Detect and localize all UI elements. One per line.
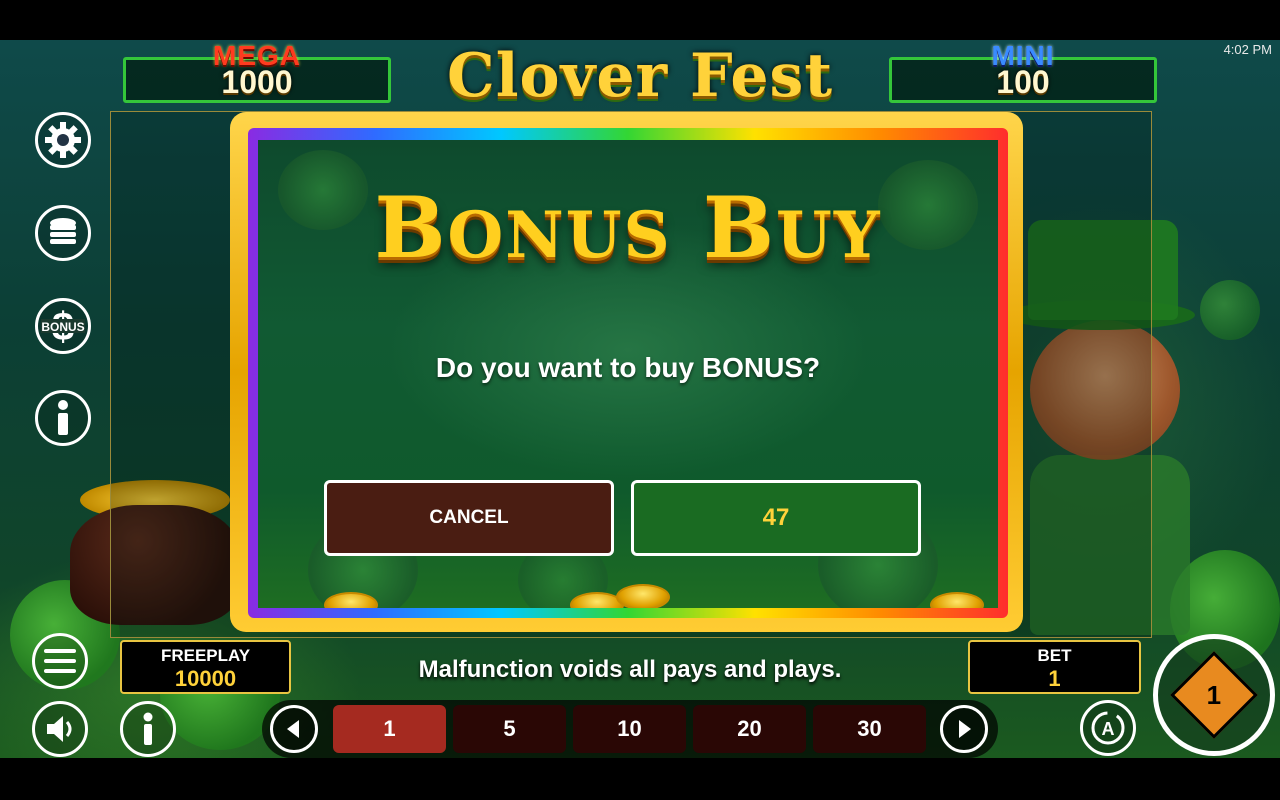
jackpot-mini: MINI 100 — [889, 42, 1157, 103]
bonus-buy-button[interactable]: $ BONUS — [35, 298, 91, 354]
spin-button[interactable]: 1 — [1153, 634, 1275, 756]
coin-stack-icon — [50, 218, 76, 244]
settings-button[interactable] — [35, 112, 91, 168]
bet-previous-button[interactable] — [270, 705, 318, 753]
spin-badge: 1 — [1206, 679, 1222, 710]
gear-icon — [45, 122, 81, 158]
freeplay-value: 10000 — [174, 666, 237, 691]
jackpot-mega: MEGA 1000 — [123, 42, 391, 103]
game-logo: Clover Fest — [446, 41, 834, 111]
bet-option-20[interactable]: 20 — [693, 705, 806, 753]
bet-option-1[interactable]: 1 — [333, 705, 446, 753]
bet-next-button[interactable] — [940, 705, 988, 753]
sound-button[interactable] — [32, 701, 88, 757]
speaker-icon — [47, 716, 72, 742]
hamburger-menu-icon — [44, 649, 76, 673]
top-black-bar — [0, 0, 1280, 40]
dollar-bonus-icon: $ BONUS — [41, 305, 85, 349]
triangle-left-icon — [287, 720, 299, 738]
jackpot-mini-value: 100 — [996, 64, 1050, 100]
bet-option-5[interactable]: 5 — [453, 705, 566, 753]
paytable-info-button[interactable] — [120, 701, 176, 757]
cancel-button[interactable]: CANCEL — [324, 480, 614, 556]
bottom-black-bar — [0, 758, 1280, 800]
info-icon — [58, 400, 68, 435]
spin-cube-icon: 1 — [1170, 651, 1258, 739]
malfunction-disclaimer: Malfunction voids all pays and plays. — [418, 656, 842, 683]
bet-box: BET 1 — [968, 640, 1141, 694]
title-letter-b2: B — [703, 178, 777, 277]
freeplay-label: FREEPLAY — [160, 646, 251, 665]
gold-coin — [616, 584, 670, 608]
bet-option-10[interactable]: 10 — [573, 705, 686, 753]
title-letter-b1: B — [374, 178, 448, 277]
bet-label: BET — [1037, 646, 1072, 665]
info-button[interactable] — [35, 390, 91, 446]
autoplay-icon: A — [1091, 711, 1125, 745]
autoplay-button[interactable]: A — [1080, 700, 1136, 756]
title-rest-2: UY — [776, 198, 882, 273]
info-icon — [143, 712, 153, 745]
buy-bonus-price-button[interactable]: 47 — [631, 480, 921, 556]
freeplay-box: FREEPLAY 10000 — [120, 640, 291, 694]
jackpot-mega-value: 1000 — [221, 64, 293, 100]
dialog-question: Do you want to buy BONUS? — [435, 352, 821, 383]
bet-value: 1 — [1048, 666, 1061, 691]
autoplay-label: A — [1102, 719, 1115, 739]
bonus-icon-text: BONUS — [41, 320, 84, 334]
gold-coin — [930, 592, 984, 608]
menu-button[interactable] — [32, 633, 88, 689]
dialog-title: BONUS BUY — [258, 180, 998, 284]
triangle-right-icon — [959, 720, 971, 738]
coins-button[interactable] — [35, 205, 91, 261]
bet-option-30[interactable]: 30 — [813, 705, 926, 753]
status-time: 4:02 PM — [1223, 42, 1272, 57]
title-rest-1: ONUS — [447, 198, 672, 273]
